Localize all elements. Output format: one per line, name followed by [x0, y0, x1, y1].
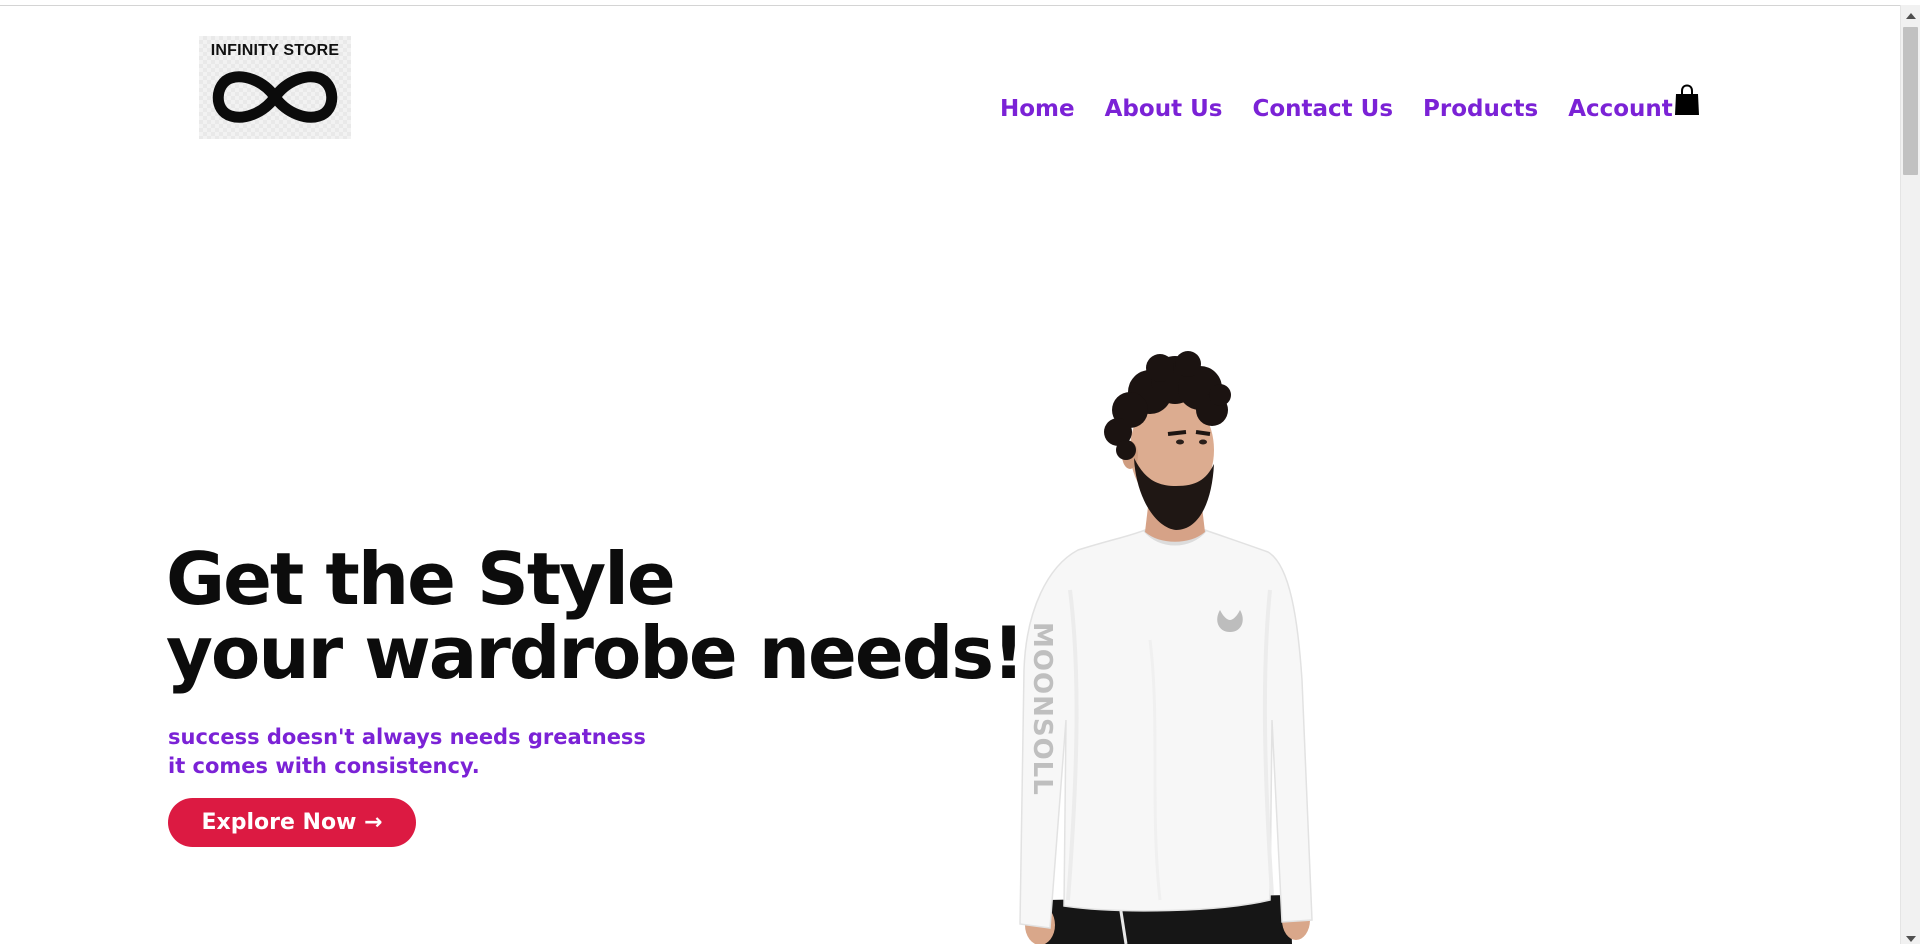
hero-subtitle: success doesn't always needs greatness i…	[168, 723, 646, 781]
nav-contact-us[interactable]: Contact Us	[1252, 96, 1393, 122]
main-nav: Home About Us Contact Us Products Accoun…	[1000, 96, 1703, 122]
hero-subtitle-line-2: it comes with consistency.	[168, 754, 480, 778]
scroll-down-arrow-icon[interactable]	[1906, 936, 1916, 942]
hero-title: Get the Style your wardrobe needs!	[166, 537, 1025, 695]
infinity-icon	[212, 71, 338, 123]
scrollbar-thumb[interactable]	[1903, 27, 1918, 175]
nav-account[interactable]: Account	[1568, 96, 1673, 122]
page-scrollbar[interactable]	[1900, 5, 1920, 944]
shopping-bag-icon[interactable]	[1674, 84, 1700, 116]
store-logo[interactable]: INFINITY STORE	[199, 36, 351, 139]
hero-title-line-1: Get the Style	[166, 537, 676, 621]
nav-products[interactable]: Products	[1423, 96, 1538, 122]
logo-text: INFINITY STORE	[210, 42, 340, 59]
sleeve-print-text: MOONSOLL	[1027, 622, 1057, 796]
hero-title-line-2: your wardrobe needs!	[166, 611, 1025, 695]
nav-about-us[interactable]: About Us	[1105, 96, 1223, 122]
hero-subtitle-line-1: success doesn't always needs greatness	[168, 725, 646, 749]
hero-model-image: MOONSOLL	[1019, 351, 1313, 944]
nav-home[interactable]: Home	[1000, 96, 1075, 122]
browser-top-edge	[0, 0, 1900, 6]
scroll-up-arrow-icon[interactable]	[1906, 13, 1916, 19]
explore-now-button[interactable]: Explore Now →	[168, 798, 416, 847]
page: INFINITY STORE Home About Us Contact Us …	[0, 0, 1920, 944]
